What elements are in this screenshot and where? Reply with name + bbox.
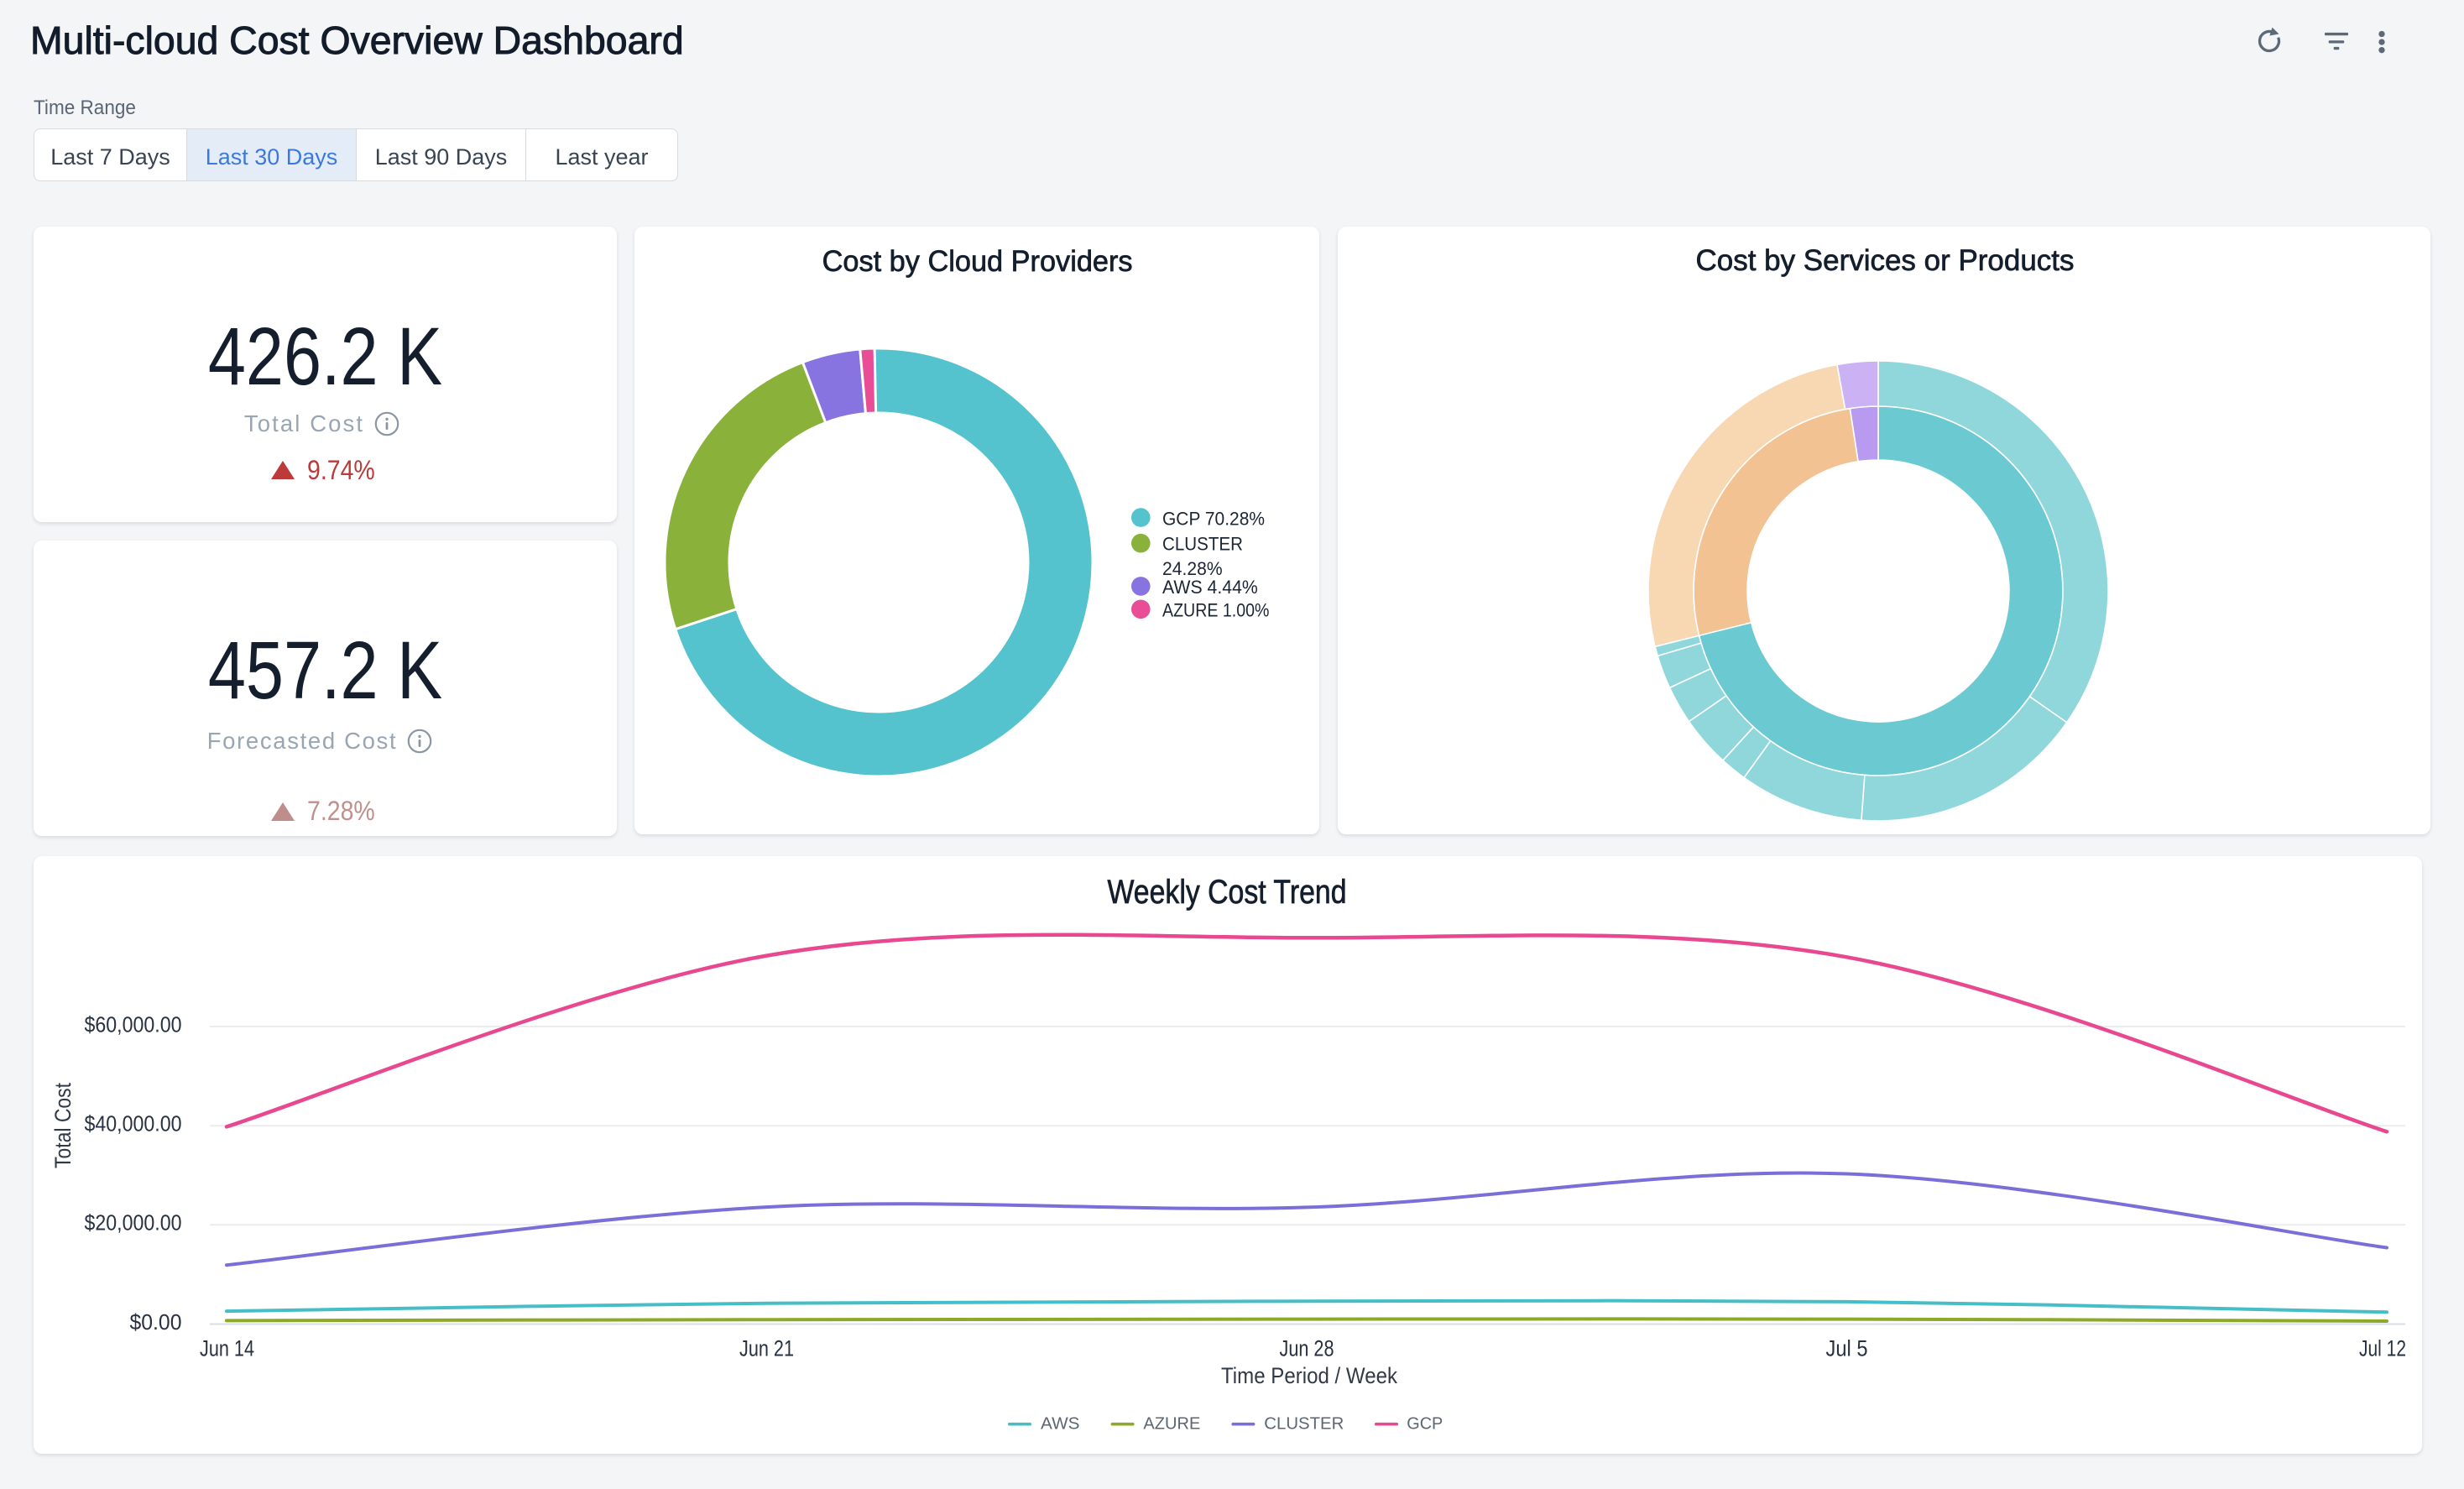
svg-text:Cost by Services or Products: Cost by Services or Products — [1696, 244, 2075, 277]
svg-text:AZURE: AZURE — [1143, 1414, 1200, 1434]
svg-text:GCP 70.28%: GCP 70.28% — [1162, 509, 1265, 530]
svg-text:Total Cost: Total Cost — [50, 1083, 76, 1168]
svg-text:Jul 5: Jul 5 — [1826, 1336, 1868, 1361]
svg-text:Jun 21: Jun 21 — [739, 1336, 794, 1361]
svg-text:GCP: GCP — [1407, 1414, 1443, 1434]
svg-text:AWS 4.44%: AWS 4.44% — [1162, 577, 1258, 598]
svg-text:CLUSTER: CLUSTER — [1264, 1414, 1344, 1434]
svg-text:Jul 12: Jul 12 — [2359, 1336, 2406, 1361]
svg-text:$40,000.00: $40,000.00 — [85, 1111, 182, 1136]
svg-text:Jun 14: Jun 14 — [200, 1336, 254, 1361]
svg-text:$0.00: $0.00 — [130, 1309, 182, 1335]
svg-text:Time Period / Week: Time Period / Week — [1221, 1363, 1397, 1388]
svg-text:AZURE 1.00%: AZURE 1.00% — [1162, 599, 1270, 620]
svg-text:$20,000.00: $20,000.00 — [85, 1210, 182, 1236]
svg-text:CLUSTER: CLUSTER — [1162, 534, 1243, 555]
svg-text:Jun 28: Jun 28 — [1280, 1336, 1334, 1361]
svg-text:$60,000.00: $60,000.00 — [85, 1011, 182, 1037]
svg-text:AWS: AWS — [1041, 1414, 1080, 1434]
svg-text:Weekly Cost Trend: Weekly Cost Trend — [1108, 874, 1347, 911]
svg-text:Cost by Cloud Providers: Cost by Cloud Providers — [822, 245, 1133, 278]
